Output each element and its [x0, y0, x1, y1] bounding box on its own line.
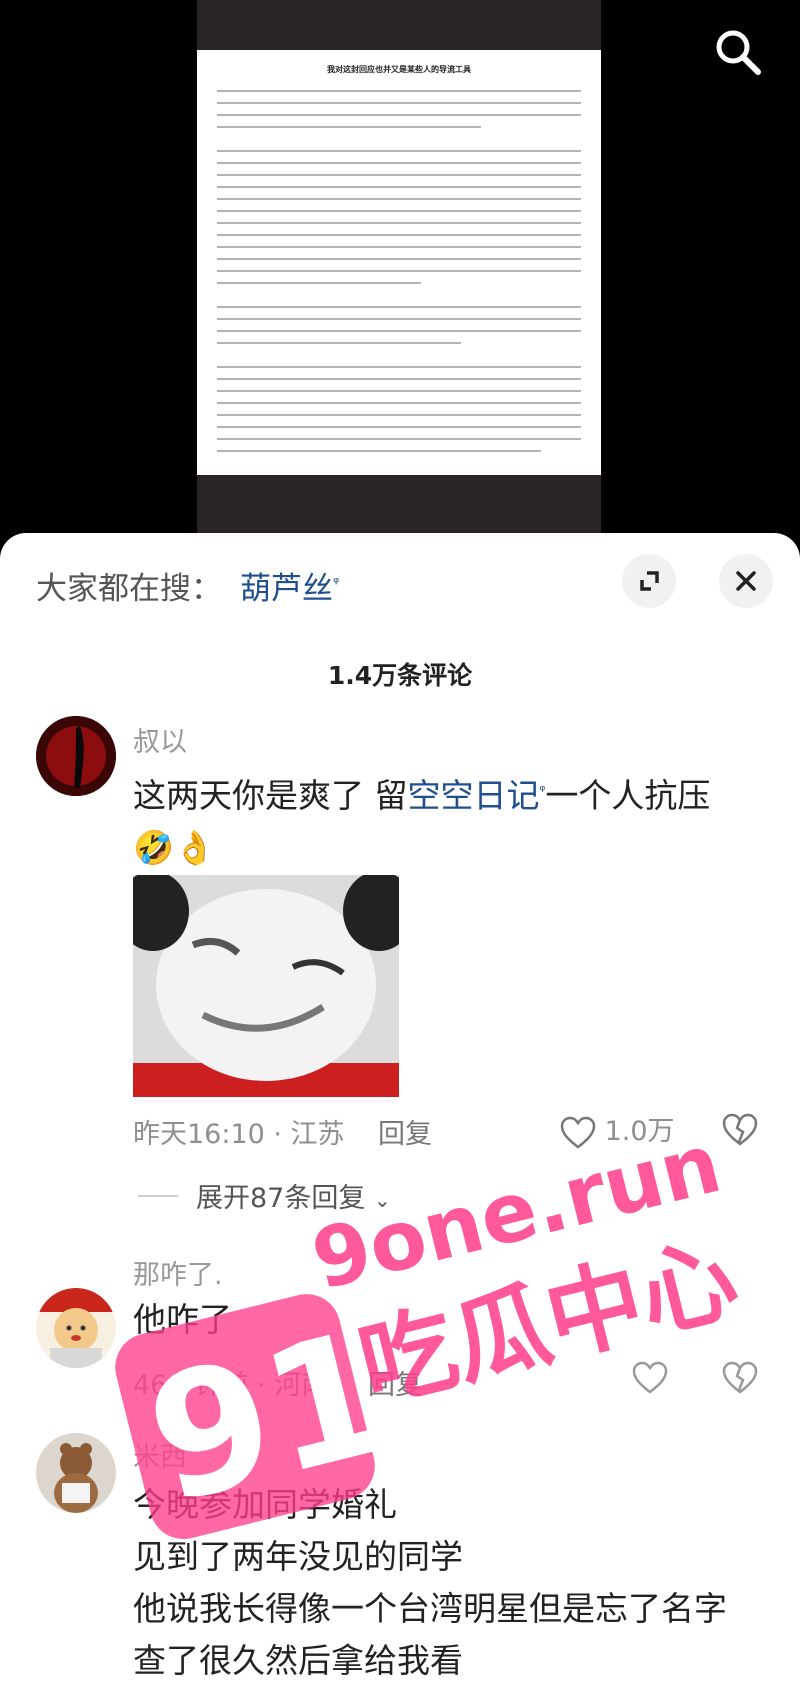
avatar[interactable]	[36, 1288, 116, 1368]
expand-replies-label: 展开87条回复	[196, 1183, 366, 1214]
sticker-image[interactable]	[133, 875, 399, 1097]
heart-icon	[560, 1116, 596, 1149]
heart-icon	[632, 1361, 668, 1394]
hot-search-keyword[interactable]: 葫芦丝ᵠ	[240, 563, 339, 608]
avatar[interactable]	[36, 1433, 116, 1513]
reply-button[interactable]: 回复	[368, 1363, 422, 1402]
broken-heart-icon	[722, 1361, 758, 1394]
comment-link-text: 空空日记	[407, 776, 540, 815]
comment-meta: 昨天16:10 · 江苏	[133, 1119, 345, 1150]
comment-line: 今晚参加同学婚礼	[133, 1485, 397, 1524]
document-title: 我对这封回应也并又是某些人的导流工具	[327, 65, 471, 74]
comment-count: 1.4万条评论	[327, 661, 473, 690]
avatar[interactable]	[36, 716, 116, 796]
expand-icon	[640, 571, 659, 591]
comment-username[interactable]: 叔以	[133, 720, 187, 759]
emoji: 🤣👌	[133, 828, 216, 867]
comments-sheet: 大家都在搜： 葫芦丝ᵠ 1.4万条评论 叔以 这两天你是爽了 留空空日记ᵠ一个人…	[0, 533, 800, 1695]
comment-meta: 46分钟前 · 河南	[133, 1370, 329, 1401]
divider	[138, 1195, 178, 1197]
dislike-button[interactable]	[722, 1361, 758, 1399]
like-button[interactable]: 1.0万	[560, 1109, 675, 1150]
comment-search-link[interactable]: 空空日记ᵠ	[408, 776, 546, 815]
comment-text-prefix: 这两天你是爽了 留	[133, 776, 408, 815]
comment-text: 这两天你是爽了 留空空日记ᵠ一个人抗压 🤣👌	[133, 765, 710, 874]
search-icon	[716, 30, 761, 75]
search-button[interactable]	[712, 26, 764, 78]
hot-search-keyword-text: 葫芦丝	[240, 571, 333, 607]
comment-line: 见到了两年没见的同学	[133, 1537, 463, 1576]
comment-username[interactable]: 米西	[133, 1435, 187, 1474]
like-count: 1.0万	[604, 1116, 675, 1147]
comment-text-suffix: 一个人抗压	[545, 776, 711, 815]
chevron-down-icon: ⌄	[373, 1188, 391, 1212]
comment-text: 今晚参加同学婚礼 见到了两年没见的同学 他说我长得像一个台湾明星但是忘了名字 查…	[133, 1479, 727, 1687]
like-button[interactable]	[632, 1361, 668, 1399]
close-button[interactable]	[719, 554, 773, 608]
expand-replies-button[interactable]: 展开87条回复 ⌄	[196, 1176, 391, 1215]
avatar-image	[36, 716, 116, 796]
expand-button[interactable]	[622, 554, 676, 608]
comment-username[interactable]: 那咋了.	[133, 1253, 223, 1292]
panda-meme-image	[133, 875, 399, 1097]
document-image: 我对这封回应也并又是某些人的导流工具	[197, 50, 601, 475]
comment-line: 查了很久然后拿给我看	[133, 1641, 463, 1680]
reply-button[interactable]: 回复	[378, 1112, 432, 1151]
comment-line: 他说我长得像一个台湾明星但是忘了名字	[133, 1589, 727, 1628]
close-icon	[736, 571, 756, 591]
dislike-button[interactable]	[722, 1113, 758, 1151]
video-player[interactable]: 我对这封回应也并又是某些人的导流工具	[0, 0, 800, 540]
avatar-image	[36, 1288, 116, 1368]
search-small-icon: ᵠ	[333, 573, 340, 592]
comment-text: 他咋了	[133, 1300, 232, 1339]
hot-search-label: 大家都在搜：	[36, 571, 222, 607]
broken-heart-icon	[722, 1113, 758, 1146]
avatar-image	[36, 1433, 116, 1513]
